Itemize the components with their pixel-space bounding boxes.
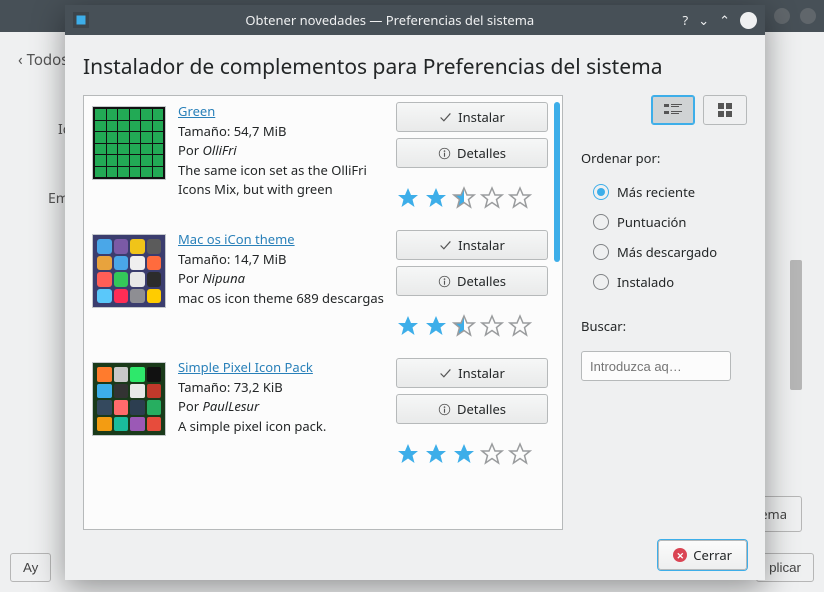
dialog-title: Obtener novedades — Preferencias del sis… bbox=[97, 11, 683, 29]
addon-thumbnail bbox=[92, 362, 166, 436]
addon-size: Tamaño: 73,2 KiB bbox=[178, 378, 283, 396]
star-icon bbox=[480, 186, 504, 210]
minimize-icon[interactable]: ⌄ bbox=[698, 11, 709, 29]
star-icon bbox=[424, 442, 448, 466]
maximize-icon[interactable]: ⌃ bbox=[719, 11, 730, 29]
controls-panel: Ordenar por: Más reciente Puntuación Más… bbox=[581, 95, 747, 530]
addon-author: OlliFri bbox=[202, 141, 236, 159]
bg-scrollbar bbox=[790, 260, 802, 390]
close-icon: ✕ bbox=[673, 548, 687, 562]
rating-stars[interactable] bbox=[396, 186, 548, 210]
check-icon bbox=[439, 367, 452, 380]
sort-option-recent[interactable]: Más reciente bbox=[593, 183, 747, 201]
addon-thumbnail bbox=[92, 234, 166, 308]
star-icon bbox=[508, 314, 532, 338]
bg-help-button: Ay bbox=[10, 553, 51, 582]
bg-close-icon bbox=[800, 8, 816, 24]
details-button[interactable]: Detalles bbox=[396, 138, 548, 168]
help-icon[interactable]: ? bbox=[683, 11, 689, 29]
info-icon bbox=[438, 275, 451, 288]
app-icon bbox=[73, 12, 89, 28]
radio-icon bbox=[593, 244, 609, 260]
addon-item: Green Tamaño: 54,7 MiB Por OlliFri The s… bbox=[84, 96, 556, 224]
check-icon bbox=[439, 239, 452, 252]
install-button[interactable]: Instalar bbox=[396, 358, 548, 388]
radio-icon bbox=[593, 184, 609, 200]
sort-label: Ordenar por: bbox=[581, 149, 747, 167]
search-label: Buscar: bbox=[581, 317, 747, 335]
get-new-stuff-dialog: Obtener novedades — Preferencias del sis… bbox=[65, 5, 765, 580]
addon-item: Simple Pixel Icon Pack Tamaño: 73,2 KiB … bbox=[84, 352, 556, 480]
details-button[interactable]: Detalles bbox=[396, 394, 548, 424]
star-icon bbox=[396, 186, 420, 210]
sort-option-installed[interactable]: Instalado bbox=[593, 273, 747, 291]
addon-description: The same icon set as the OlliFri Icons M… bbox=[178, 161, 367, 199]
star-icon bbox=[452, 442, 476, 466]
radio-icon bbox=[593, 214, 609, 230]
addon-author: Nipuna bbox=[202, 269, 245, 287]
install-button[interactable]: Instalar bbox=[396, 102, 548, 132]
list-view-toggle[interactable] bbox=[651, 95, 695, 125]
list-scrollbar[interactable] bbox=[554, 102, 560, 262]
addon-thumbnail bbox=[92, 106, 166, 180]
addon-size: Tamaño: 14,7 MiB bbox=[178, 250, 286, 268]
rating-stars[interactable] bbox=[396, 442, 548, 466]
addon-list: Green Tamaño: 54,7 MiB Por OlliFri The s… bbox=[83, 95, 563, 530]
star-icon bbox=[480, 442, 504, 466]
addon-item: Mac os iCon theme Tamaño: 14,7 MiB Por N… bbox=[84, 224, 556, 352]
window-close-icon[interactable]: ✕ bbox=[740, 12, 757, 29]
star-icon bbox=[508, 186, 532, 210]
rating-stars[interactable] bbox=[396, 314, 548, 338]
star-icon bbox=[424, 314, 448, 338]
info-icon bbox=[438, 403, 451, 416]
star-icon bbox=[452, 186, 476, 210]
grid-view-icon bbox=[718, 103, 732, 117]
star-icon bbox=[396, 442, 420, 466]
star-icon bbox=[396, 314, 420, 338]
install-button[interactable]: Instalar bbox=[396, 230, 548, 260]
addon-author: PaulLesur bbox=[202, 397, 259, 415]
star-icon bbox=[480, 314, 504, 338]
details-button[interactable]: Detalles bbox=[396, 266, 548, 296]
star-icon bbox=[508, 442, 532, 466]
radio-icon bbox=[593, 274, 609, 290]
search-input[interactable] bbox=[581, 351, 731, 381]
close-button[interactable]: ✕ Cerrar bbox=[658, 540, 747, 570]
list-view-icon bbox=[664, 103, 682, 117]
addon-name-link[interactable]: Mac os iCon theme bbox=[178, 230, 295, 248]
sort-option-downloads[interactable]: Más descargado bbox=[593, 243, 747, 261]
page-title: Instalador de complementos para Preferen… bbox=[83, 53, 747, 81]
star-icon bbox=[424, 186, 448, 210]
star-icon bbox=[452, 314, 476, 338]
addon-size: Tamaño: 54,7 MiB bbox=[178, 122, 286, 140]
bg-max-icon bbox=[774, 8, 790, 24]
bg-back-label: Todos bbox=[27, 50, 69, 70]
check-icon bbox=[439, 111, 452, 124]
addon-name-link[interactable]: Simple Pixel Icon Pack bbox=[178, 358, 313, 376]
addon-name-link[interactable]: Green bbox=[178, 102, 215, 120]
addon-description: mac os icon theme 689 descargas bbox=[178, 289, 384, 307]
addon-description: A simple pixel icon pack. bbox=[178, 417, 326, 435]
sort-option-rating[interactable]: Puntuación bbox=[593, 213, 747, 231]
info-icon bbox=[438, 147, 451, 160]
grid-view-toggle[interactable] bbox=[703, 95, 747, 125]
sort-radio-group: Más reciente Puntuación Más descargado I… bbox=[581, 183, 747, 291]
dialog-titlebar: Obtener novedades — Preferencias del sis… bbox=[65, 5, 765, 35]
